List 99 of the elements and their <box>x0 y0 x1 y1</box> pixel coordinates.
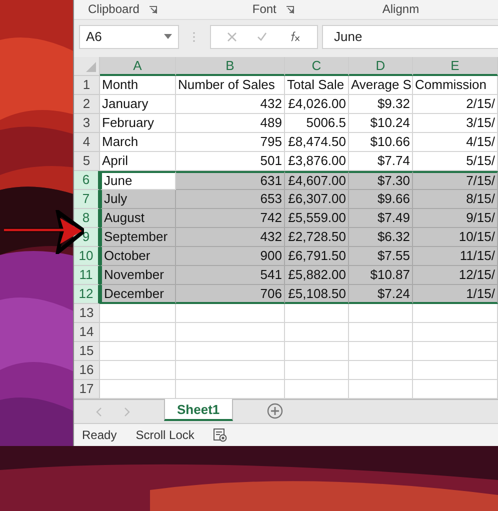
table-cell: Average S <box>349 76 413 95</box>
table-cell: 9/15/ <box>413 209 498 228</box>
table-cell: $10.87 <box>349 266 413 285</box>
row-header[interactable]: 11 <box>74 266 100 285</box>
table-cell: 706 <box>176 285 285 304</box>
table-cell: £6,307.00 <box>285 190 349 209</box>
cancel-icon[interactable] <box>227 32 237 42</box>
table-cell: £4,607.00 <box>285 171 349 190</box>
table-cell: 3/15/ <box>413 114 498 133</box>
table-cell: 11/15/ <box>413 247 498 266</box>
table-cell: 742 <box>176 209 285 228</box>
table-cell: £8,474.50 <box>285 133 349 152</box>
table-cell <box>349 323 413 342</box>
table-cell: $7.24 <box>349 285 413 304</box>
row-header[interactable]: 15 <box>74 342 100 361</box>
table-cell: July <box>100 190 176 209</box>
table-cell: 631 <box>176 171 285 190</box>
table-cell: April <box>100 152 176 171</box>
row-header[interactable]: 16 <box>74 361 100 380</box>
row-header[interactable]: 13 <box>74 304 100 323</box>
table-cell: Total Sale <box>285 76 349 95</box>
row-header[interactable]: 7 <box>74 190 100 209</box>
table-cell: 653 <box>176 190 285 209</box>
column-header[interactable]: D <box>349 57 413 76</box>
table-cell: October <box>100 247 176 266</box>
table-cell: £2,728.50 <box>285 228 349 247</box>
status-text: Scroll Lock <box>136 428 194 442</box>
table-cell: £4,026.00 <box>285 95 349 114</box>
row-header[interactable]: 12 <box>74 285 100 304</box>
row-header[interactable]: 5 <box>74 152 100 171</box>
column-header[interactable]: A <box>100 57 176 76</box>
table-cell: $7.49 <box>349 209 413 228</box>
table-cell <box>349 361 413 380</box>
table-cell: £6,791.50 <box>285 247 349 266</box>
dialog-launcher-icon[interactable] <box>286 6 294 14</box>
table-cell: 7/15/ <box>413 171 498 190</box>
ribbon-group-label: Alignm <box>382 3 420 15</box>
table-cell: Month <box>100 76 176 95</box>
table-cell: 5006.5 <box>285 114 349 133</box>
column-header[interactable]: C <box>285 57 349 76</box>
table-cell: November <box>100 266 176 285</box>
row-header[interactable]: 14 <box>74 323 100 342</box>
table-cell: $10.24 <box>349 114 413 133</box>
table-cell: £5,882.00 <box>285 266 349 285</box>
column-header[interactable]: B <box>176 57 285 76</box>
table-cell: Commission <box>413 76 498 95</box>
row-header[interactable]: 6 <box>74 171 100 190</box>
table-cell: 541 <box>176 266 285 285</box>
table-cell: September <box>100 228 176 247</box>
table-cell <box>349 304 413 323</box>
table-cell <box>285 323 349 342</box>
table-cell: 432 <box>176 95 285 114</box>
row-header[interactable]: 8 <box>74 209 100 228</box>
row-header[interactable]: 10 <box>74 247 100 266</box>
table-cell <box>285 304 349 323</box>
table-cell: 10/15/ <box>413 228 498 247</box>
table-cell <box>285 361 349 380</box>
row-header[interactable]: 3 <box>74 114 100 133</box>
row-header[interactable]: 1 <box>74 76 100 95</box>
table-cell: February <box>100 114 176 133</box>
table-cell: January <box>100 95 176 114</box>
table-cell: 432 <box>176 228 285 247</box>
status-text: Ready <box>82 428 117 442</box>
sheet-tab[interactable]: Sheet1 <box>164 399 233 421</box>
row-header[interactable]: 2 <box>74 95 100 114</box>
table-cell: December <box>100 285 176 304</box>
column-header[interactable]: E <box>413 57 498 76</box>
table-cell: £5,108.50 <box>285 285 349 304</box>
formula-input[interactable]: June <box>322 24 498 48</box>
table-cell: 2/15/ <box>413 95 498 114</box>
table-cell <box>349 342 413 361</box>
macro-recording-icon[interactable] <box>213 428 228 442</box>
check-icon[interactable] <box>257 32 267 42</box>
table-cell: 8/15/ <box>413 190 498 209</box>
row-header[interactable]: 4 <box>74 133 100 152</box>
ribbon-group-label: Clipboard <box>88 3 140 15</box>
caret-icon[interactable] <box>164 34 172 39</box>
dialog-launcher-icon[interactable] <box>149 6 158 14</box>
table-cell: Number of Sales <box>176 76 285 95</box>
name-box[interactable]: A6 <box>79 24 179 48</box>
table-cell: $7.30 <box>349 171 413 190</box>
table-cell: $7.55 <box>349 247 413 266</box>
ribbon-group-label: Font <box>252 3 276 15</box>
table-cell: 12/15/ <box>413 266 498 285</box>
table-cell: 489 <box>176 114 285 133</box>
table-cell: 1/15/ <box>413 285 498 304</box>
table-cell: $6.32 <box>349 228 413 247</box>
table-cell: $9.66 <box>349 190 413 209</box>
add-sheet-icon[interactable] <box>266 403 283 419</box>
table-cell: 4/15/ <box>413 133 498 152</box>
table-cell <box>285 342 349 361</box>
table-cell: £5,559.00 <box>285 209 349 228</box>
table-cell: $9.32 <box>349 95 413 114</box>
table-cell: August <box>100 209 176 228</box>
table-cell: March <box>100 133 176 152</box>
row-header[interactable]: 17 <box>74 380 100 399</box>
table-cell: 795 <box>176 133 285 152</box>
table-cell: $10.66 <box>349 133 413 152</box>
table-cell: 900 <box>176 247 285 266</box>
